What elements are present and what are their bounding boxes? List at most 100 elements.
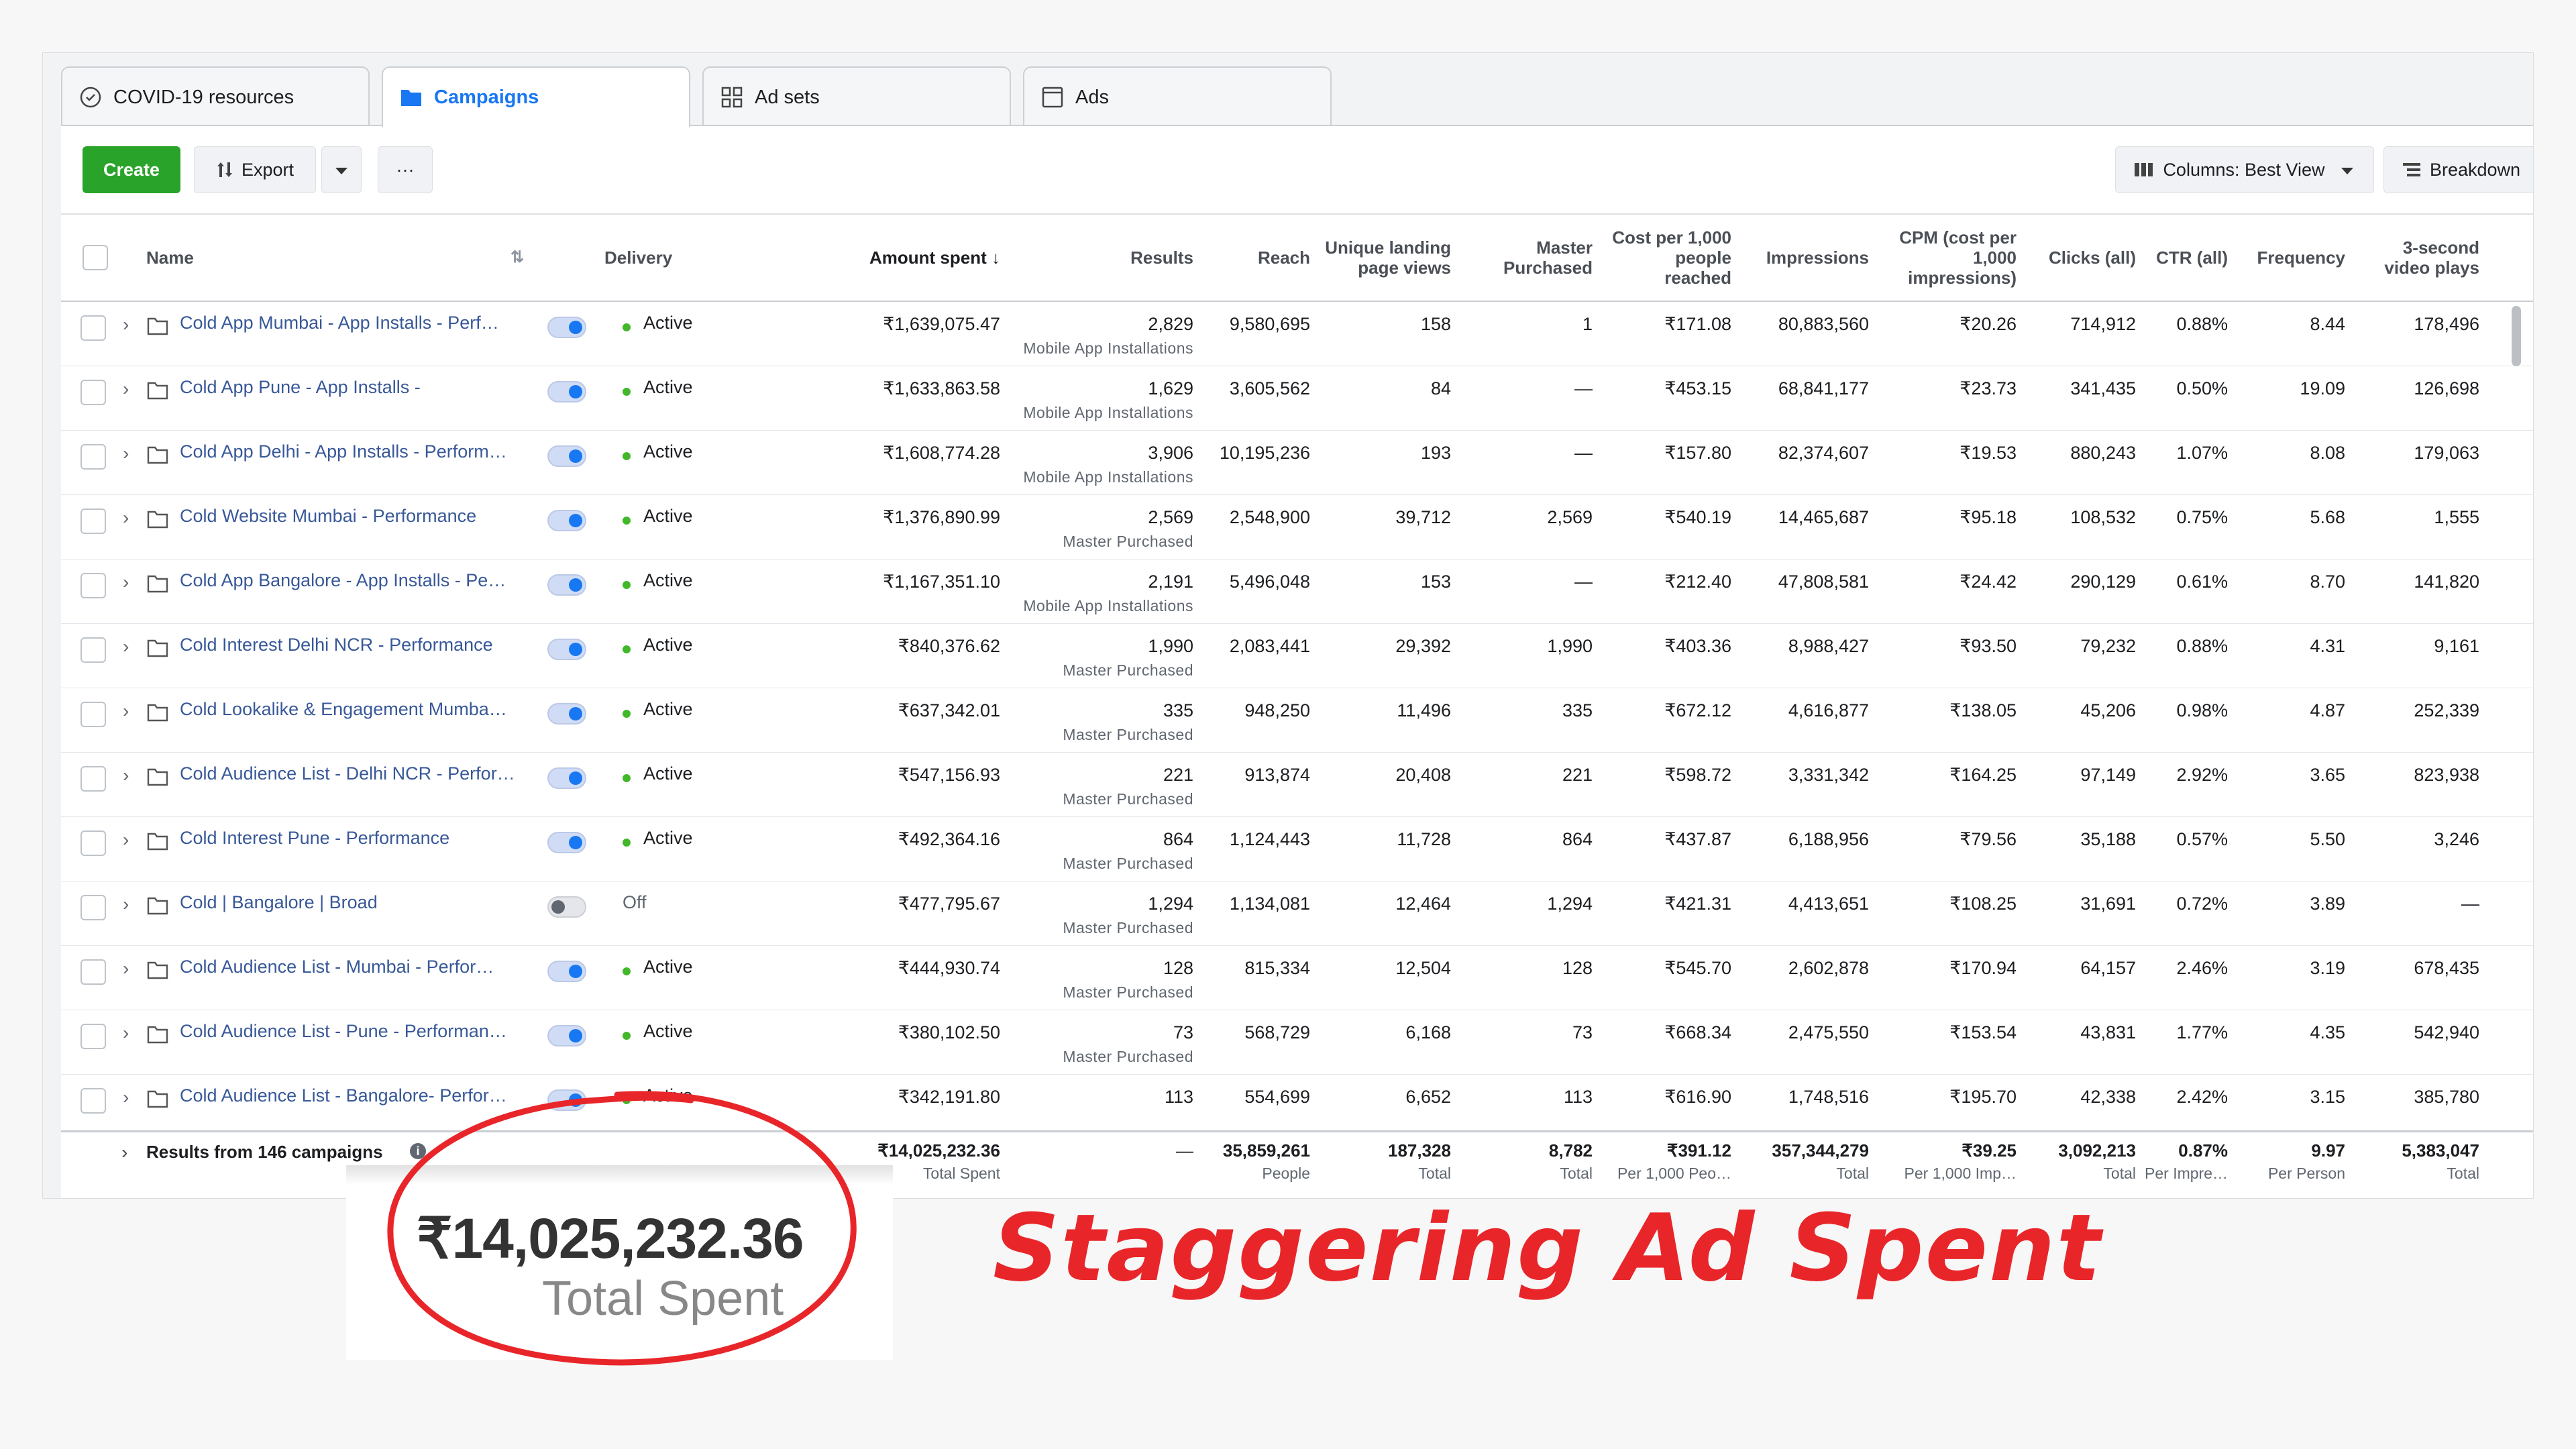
table-row[interactable]: › Cold Website Mumbai - Performance Active… [61, 495, 2533, 559]
campaign-name-link[interactable]: Cold Lookalike & Engagement Mumba… [180, 699, 529, 720]
table-row[interactable]: › Cold Audience List - Mumbai - Perfor… Ac… [61, 946, 2533, 1010]
campaign-name-link[interactable]: Cold Audience List - Pune - Performan… [180, 1021, 529, 1042]
delivery-toggle[interactable] [547, 317, 586, 338]
row-checkbox[interactable] [80, 315, 106, 341]
row-checkbox[interactable] [80, 766, 106, 792]
ctr-cell: 0.88% [2176, 314, 2228, 334]
table-row[interactable]: › Cold App Pune - App Installs - Active ₹1,… [61, 366, 2533, 431]
col-master-purchased[interactable]: Master Purchased [1477, 215, 1593, 301]
col-ctr[interactable]: CTR (all) [2147, 215, 2228, 301]
chevron-right-icon[interactable]: › [123, 958, 129, 979]
col-clicks[interactable]: Clicks (all) [2033, 215, 2136, 301]
row-checkbox[interactable] [80, 959, 106, 985]
campaign-name-link[interactable]: Cold Interest Delhi NCR - Performance [180, 635, 529, 655]
sort-icon[interactable]: ⇅ [511, 215, 524, 301]
total-cpr-label: Per 1,000 Peo… [1617, 1165, 1731, 1182]
table-row[interactable]: › Cold Lookalike & Engagement Mumba… Activ… [61, 688, 2533, 753]
delivery-toggle[interactable] [547, 574, 586, 596]
tab-ads[interactable]: Ads [1023, 66, 1332, 127]
row-checkbox[interactable] [80, 702, 106, 727]
chevron-right-icon[interactable]: › [123, 829, 129, 851]
delivery-toggle[interactable] [547, 1025, 586, 1046]
row-checkbox[interactable] [80, 830, 106, 856]
col-impressions[interactable]: Impressions [1745, 215, 1869, 301]
tab-campaigns[interactable]: Campaigns [382, 66, 690, 127]
chevron-right-icon[interactable]: › [123, 572, 129, 593]
row-checkbox[interactable] [80, 895, 106, 920]
col-reach[interactable]: Reach [1215, 215, 1310, 301]
create-button[interactable]: Create [83, 146, 180, 193]
chevron-right-icon[interactable]: › [121, 1142, 127, 1163]
table-row[interactable]: › Cold Audience List - Delhi NCR - Perfor… [61, 753, 2533, 817]
row-checkbox[interactable] [80, 380, 106, 405]
tab-covid-resources[interactable]: COVID-19 resources [61, 66, 370, 127]
col-frequency[interactable]: Frequency [2241, 215, 2346, 301]
delivery-toggle[interactable] [547, 961, 586, 982]
table-row[interactable]: › Cold Audience List - Pune - Performan… A… [61, 1010, 2533, 1075]
table-row[interactable]: › Cold Interest Delhi NCR - Performance Ac… [61, 624, 2533, 688]
delivery-toggle[interactable] [547, 510, 586, 531]
tab-ad-sets[interactable]: Ad sets [702, 66, 1011, 127]
row-checkbox[interactable] [80, 637, 106, 663]
col-name[interactable]: Name [146, 215, 194, 301]
col-unique-lpv[interactable]: Unique landing page views [1322, 215, 1451, 301]
chevron-right-icon[interactable]: › [123, 1022, 129, 1044]
delivery-toggle[interactable] [547, 381, 586, 402]
row-checkbox[interactable] [80, 508, 106, 534]
columns-button[interactable]: Columns: Best View [2115, 146, 2374, 193]
table-row[interactable]: › Cold App Delhi - App Installs - Perform… [61, 431, 2533, 495]
video-plays-cell: 678,435 [2414, 958, 2479, 978]
active-status-dot [623, 967, 631, 975]
campaign-name-link[interactable]: Cold Audience List - Mumbai - Perfor… [180, 957, 529, 977]
delivery-toggle[interactable] [547, 639, 586, 660]
select-all-checkbox[interactable] [83, 245, 108, 270]
col-cost-per-1000-reached[interactable]: Cost per 1,000 people reached [1611, 215, 1731, 301]
table-row[interactable]: › Cold App Bangalore - App Installs - Pe…… [61, 559, 2533, 624]
campaign-name-link[interactable]: Cold App Mumbai - App Installs - Perf… [180, 313, 529, 333]
more-options-button[interactable]: ··· [378, 146, 433, 193]
delivery-toggle[interactable] [547, 703, 586, 724]
scrollbar[interactable] [2512, 306, 2521, 366]
cpm-cell: ₹164.25 [1949, 765, 2017, 785]
col-cpm[interactable]: CPM (cost per 1,000 impressions) [1892, 215, 2017, 301]
campaign-name-link[interactable]: Cold | Bangalore | Broad [180, 892, 529, 913]
table-row[interactable]: › Cold App Mumbai - App Installs - Perf… A… [61, 302, 2533, 366]
toolbar: Create Export ··· Columns: Best View Bre… [83, 146, 2533, 193]
table-row[interactable]: › Cold Interest Pune - Performance Active ₹… [61, 817, 2533, 881]
col-amount-spent[interactable]: Amount spent ↓ [786, 215, 1000, 301]
export-dropdown-button[interactable] [321, 146, 362, 193]
col-delivery[interactable]: Delivery [604, 215, 672, 301]
delivery-toggle[interactable] [547, 767, 586, 789]
chevron-right-icon[interactable]: › [123, 507, 129, 529]
table-row[interactable]: › Cold | Bangalore | Broad Off ₹477,795.67 1… [61, 881, 2533, 946]
chevron-right-icon[interactable]: › [123, 700, 129, 722]
chevron-right-icon[interactable]: › [123, 894, 129, 915]
campaign-name-link[interactable]: Cold Audience List - Delhi NCR - Perfor… [180, 763, 529, 784]
row-checkbox[interactable] [80, 1088, 106, 1114]
delivery-toggle[interactable] [547, 896, 586, 918]
chevron-right-icon[interactable]: › [123, 378, 129, 400]
chevron-right-icon[interactable]: › [123, 443, 129, 464]
campaign-name-link[interactable]: Cold App Bangalore - App Installs - Pe… [180, 570, 529, 591]
chevron-right-icon[interactable]: › [123, 636, 129, 657]
delivery-toggle[interactable] [547, 832, 586, 853]
chevron-right-icon[interactable]: › [123, 765, 129, 786]
row-checkbox[interactable] [80, 573, 106, 598]
export-button[interactable]: Export [194, 146, 316, 193]
results-cell: 3,906 [1148, 443, 1193, 463]
amount-spent-cell: ₹1,608,774.28 [883, 443, 1000, 463]
delivery-toggle[interactable] [547, 445, 586, 467]
campaign-name-link[interactable]: Cold App Delhi - App Installs - Perform… [180, 441, 529, 462]
chevron-right-icon[interactable]: › [123, 314, 129, 335]
amount-spent-cell: ₹380,102.50 [898, 1022, 1000, 1042]
tab-label: Ads [1075, 86, 1109, 108]
campaign-name-link[interactable]: Cold Interest Pune - Performance [180, 828, 529, 849]
row-checkbox[interactable] [80, 444, 106, 470]
col-results[interactable]: Results [1067, 215, 1193, 301]
campaign-name-link[interactable]: Cold Website Mumbai - Performance [180, 506, 529, 527]
campaign-name-link[interactable]: Cold App Pune - App Installs - [180, 377, 529, 398]
chevron-right-icon[interactable]: › [123, 1087, 129, 1108]
col-video-plays[interactable]: 3-second video plays [2369, 215, 2479, 301]
breakdown-button[interactable]: Breakdown [2383, 146, 2533, 193]
row-checkbox[interactable] [80, 1024, 106, 1049]
